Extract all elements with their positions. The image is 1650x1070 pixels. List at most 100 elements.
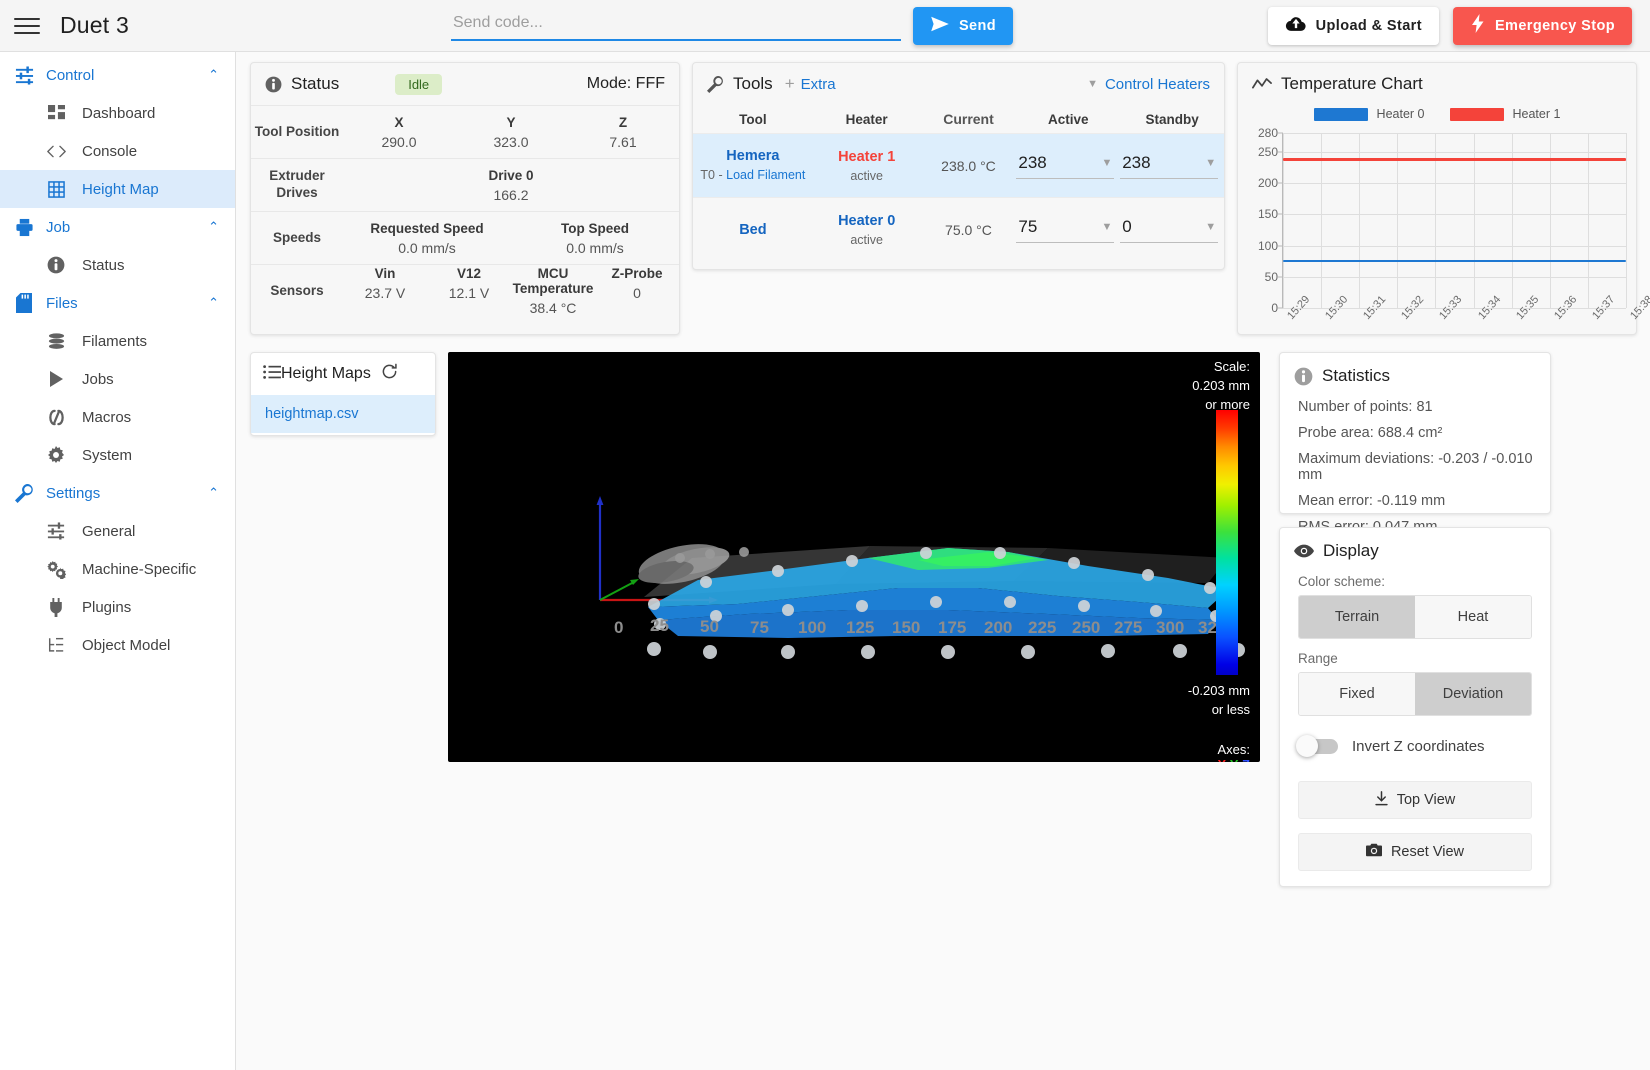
sidebar-item-system[interactable]: System: [0, 436, 235, 474]
upload-cloud-icon: [1285, 15, 1307, 36]
printer-icon: [10, 218, 38, 237]
top-view-button[interactable]: Top View: [1298, 781, 1532, 819]
mesh-tick: 175: [938, 618, 967, 637]
mesh-tick: 225: [1028, 618, 1057, 637]
heater-name[interactable]: Heater 0: [813, 213, 921, 229]
sidebar-item-jobs[interactable]: Jobs: [0, 360, 235, 398]
status-cell: V12 12.1 V: [427, 266, 511, 316]
standby-temperature-select[interactable]: ▼: [1120, 152, 1219, 179]
active-temperature-select[interactable]: ▼: [1016, 152, 1115, 179]
standby-temperature-input[interactable]: [1120, 152, 1199, 178]
invert-z-row[interactable]: Invert Z coordinates: [1296, 735, 1550, 757]
sidebar-item-console[interactable]: Console: [0, 132, 235, 170]
sidebar-group-control[interactable]: Control ⌃: [0, 56, 235, 94]
mesh-tick: 150: [892, 618, 921, 637]
sidebar-item-filaments[interactable]: Filaments: [0, 322, 235, 360]
height-map-mesh: [596, 496, 1245, 659]
sidebar-item-label: Macros: [82, 408, 132, 426]
send-code-field[interactable]: [450, 10, 901, 41]
sidebar-item-macros[interactable]: Macros: [0, 398, 235, 436]
control-heaters-link[interactable]: Control Heaters: [1105, 76, 1210, 93]
sidebar-item-object-model[interactable]: Object Model: [0, 626, 235, 664]
extra-link[interactable]: Extra: [801, 76, 836, 93]
status-cell: MCU Temperature 38.4 °C: [511, 266, 595, 316]
sidebar-item-general[interactable]: General: [0, 512, 235, 550]
display-title: Display: [1323, 541, 1379, 560]
sidebar-group-settings[interactable]: Settings ⌃: [0, 474, 235, 512]
refresh-icon[interactable]: [381, 363, 398, 385]
sidebar-item-plugins[interactable]: Plugins: [0, 588, 235, 626]
sidebar-item-status[interactable]: Status: [0, 246, 235, 284]
sidebar-item-label: General: [82, 522, 136, 540]
emergency-stop-label: Emergency Stop: [1494, 17, 1615, 34]
active-temperature-input[interactable]: [1016, 216, 1095, 242]
load-filament-link[interactable]: Load Filament: [726, 168, 805, 182]
chevron-down-icon[interactable]: ▼: [1087, 78, 1098, 90]
menu-icon[interactable]: [14, 13, 40, 39]
heater-name[interactable]: Heater 1: [813, 149, 921, 165]
table-row[interactable]: Bed Heater 0 active 75.0 °C ▼ ▼: [693, 197, 1224, 261]
wrench-icon: [10, 483, 38, 503]
mesh-tick: 100: [798, 618, 827, 637]
sidebar-group-files[interactable]: Files ⌃: [0, 284, 235, 322]
height-map-3d-viewer[interactable]: 0 25 50 75 100 125 150 175 200 225 250 2…: [448, 352, 1260, 762]
cell-head: V12: [456, 266, 482, 281]
cell-value: 166.2: [493, 186, 529, 203]
chevron-down-icon[interactable]: ▼: [1102, 157, 1113, 169]
sidebar-group-job[interactable]: Job ⌃: [0, 208, 235, 246]
col-heater: Heater: [845, 111, 888, 127]
app-bar: Duet 3 Send Upload & Start Emergency Sto…: [0, 0, 1650, 52]
reset-view-button[interactable]: Reset View: [1298, 833, 1532, 871]
standby-temperature-select[interactable]: ▼: [1120, 216, 1219, 243]
range-deviation-button[interactable]: Deviation: [1415, 673, 1531, 715]
sidebar-item-label: Jobs: [82, 370, 114, 388]
range-fixed-button[interactable]: Fixed: [1299, 673, 1415, 715]
heater-cell: Heater 1 active: [813, 149, 921, 183]
axis-x-label: X: [1217, 757, 1226, 762]
dashboard-icon: [42, 104, 70, 122]
scale-min-line1: -0.203 mm: [1187, 683, 1250, 698]
sidebar-item-dashboard[interactable]: Dashboard: [0, 94, 235, 132]
range-label: Range: [1298, 651, 1338, 666]
sidebar-item-height-map[interactable]: Height Map: [0, 170, 235, 208]
color-scheme-terrain-button[interactable]: Terrain: [1299, 596, 1415, 638]
active-temperature-select[interactable]: ▼: [1016, 216, 1115, 243]
height-map-file-item[interactable]: heightmap.csv: [251, 395, 435, 433]
stack-icon: [42, 332, 70, 350]
chart-gridline-h: [1283, 183, 1626, 184]
col-active: Active: [1048, 111, 1089, 127]
status-cell: Vin 23.7 V: [343, 266, 427, 316]
sidebar-item-machine-specific[interactable]: Machine-Specific: [0, 550, 235, 588]
info-icon: [1294, 367, 1313, 386]
list-icon: [263, 364, 281, 384]
sidebar-group-label: Settings: [46, 484, 101, 502]
send-code-underline: [450, 39, 901, 41]
tool-name[interactable]: Hemera: [693, 148, 813, 164]
scale-max-line1: 0.203 mm: [1192, 377, 1250, 393]
range-toggle: Fixed Deviation: [1298, 672, 1532, 716]
send-code-input[interactable]: [450, 10, 901, 39]
invert-z-toggle[interactable]: [1296, 735, 1338, 757]
input-underline: [1016, 177, 1115, 179]
active-temperature-input[interactable]: [1016, 152, 1095, 178]
table-row[interactable]: Hemera T0 - Load Filament Heater 1 activ…: [693, 133, 1224, 197]
upload-and-start-button[interactable]: Upload & Start: [1267, 6, 1439, 45]
col-standby: Standby: [1145, 111, 1199, 127]
sdcard-icon: [10, 293, 38, 313]
status-cell: Drive 0 166.2: [343, 168, 679, 203]
scale-label: Scale:: [1213, 359, 1250, 374]
color-scheme-heat-button[interactable]: Heat: [1415, 596, 1531, 638]
emergency-stop-button[interactable]: Emergency Stop: [1452, 6, 1632, 45]
chevron-up-icon: ⌃: [208, 219, 219, 234]
send-button[interactable]: Send: [912, 6, 1014, 45]
tool-name[interactable]: Bed: [693, 222, 813, 238]
chevron-down-icon[interactable]: ▼: [1205, 157, 1216, 169]
tools-card-header: Tools + Extra ▼ Control Heaters: [693, 63, 1224, 105]
cell-value: 23.7 V: [364, 285, 406, 301]
legend-swatch-heater1: [1449, 107, 1504, 121]
standby-temperature-input[interactable]: [1120, 216, 1199, 242]
chevron-down-icon[interactable]: ▼: [1102, 221, 1113, 233]
heater-state: active: [850, 232, 883, 247]
cell-head: MCU Temperature: [512, 266, 594, 296]
chevron-down-icon[interactable]: ▼: [1205, 221, 1216, 233]
